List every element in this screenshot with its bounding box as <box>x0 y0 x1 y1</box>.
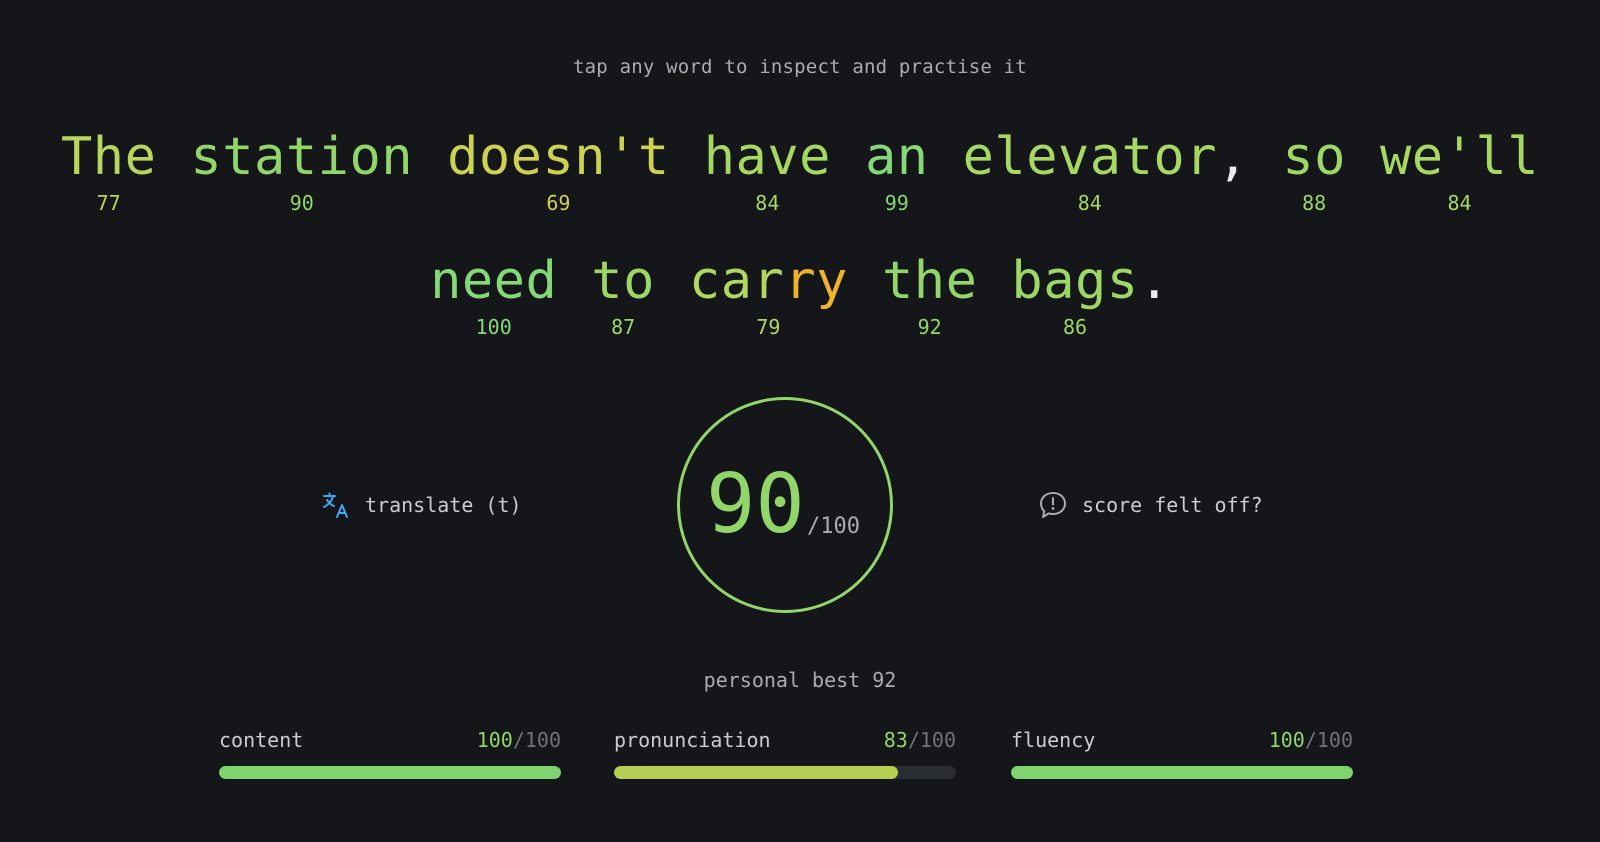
sentence-word-text: bags <box>1011 251 1139 311</box>
sentence-word-text: station <box>190 127 414 187</box>
translate-label: translate (t) <box>365 493 522 517</box>
metric-bar-track <box>1011 766 1353 779</box>
metric-score: 100 <box>476 728 513 752</box>
sentence-word-text: doesn't <box>447 127 670 187</box>
metric-bar-fill <box>1011 766 1353 779</box>
sentence-word-text: to <box>591 251 655 311</box>
sentence-word[interactable]: carry 79 <box>689 250 848 340</box>
sentence-word-text: elevator <box>962 127 1218 187</box>
sentence-word[interactable]: doesn't 69 <box>447 126 670 216</box>
sentence-word-text: need <box>430 251 558 311</box>
sentence-word-score: 79 <box>756 315 781 339</box>
metric-pronunciation: pronunciation 83/100 <box>614 728 956 779</box>
metric-fluency: fluency 100/100 <box>1011 728 1353 779</box>
sentence-word-score: 90 <box>289 191 314 215</box>
sentence-word-score: 100 <box>475 315 512 339</box>
sentence-word-score: 87 <box>611 315 636 339</box>
metric-max: /100 <box>512 728 561 752</box>
sentence-word-text: have <box>703 127 831 187</box>
sentence-word-score: 77 <box>96 191 121 215</box>
sentence-word-text: the <box>881 251 978 311</box>
personal-best: personal best 92 <box>703 668 897 692</box>
instruction-hint: tap any word to inspect and practise it <box>573 56 1027 78</box>
score-feedback-label: score felt off? <box>1082 493 1263 517</box>
metric-label: pronunciation <box>614 728 771 752</box>
overall-score-value: 90 <box>706 457 805 552</box>
sentence-word-score: 86 <box>1062 315 1088 339</box>
sentence-line-2: need 100 to 87 carry 79 the 92 bags 86. <box>0 250 1600 340</box>
sentence-word-text: carry <box>689 250 848 312</box>
metric-bar-fill <box>219 766 561 779</box>
word-part-problem: ry <box>784 251 848 311</box>
metric-bar-fill <box>614 766 898 779</box>
word-part: car <box>688 251 785 311</box>
sentence-punctuation: . <box>1138 251 1170 311</box>
sentence-word[interactable]: the 92 <box>882 250 977 340</box>
sentence-word-score: 88 <box>1302 191 1327 215</box>
sentence-word[interactable]: to 87 <box>591 250 655 340</box>
speech-bubble-alert-icon <box>1040 492 1066 518</box>
sentence-word[interactable]: we'll 84 <box>1380 126 1539 216</box>
sentence-word[interactable]: an 99 <box>865 126 929 216</box>
sentence-word-text: an <box>864 127 929 187</box>
sentence-word[interactable]: have 84 <box>704 126 831 216</box>
sentence-punctuation: , <box>1217 127 1249 187</box>
sentence-word-text: The <box>60 127 157 187</box>
metric-score: 100 <box>1268 728 1305 752</box>
metric-content: content 100/100 <box>219 728 561 779</box>
metric-max: /100 <box>1304 728 1353 752</box>
metric-max: /100 <box>907 728 956 752</box>
sentence-word-score: 84 <box>1077 191 1102 215</box>
metric-label: content <box>219 728 304 752</box>
sentence-word-score: 84 <box>1447 191 1472 215</box>
sentence-word[interactable]: The 77 <box>61 126 156 216</box>
translate-button[interactable]: translate (t) <box>321 490 522 520</box>
sentence-word-score: 92 <box>917 315 942 339</box>
score-feedback-button[interactable]: score felt off? <box>1038 490 1263 520</box>
sentence-word-score: 84 <box>755 191 780 215</box>
sentence-line-1: The 77 station 90 doesn't 69 have 84 an 99 elevato… <box>0 126 1600 216</box>
overall-score-max: /100 <box>807 514 860 539</box>
sentence-word-text: so <box>1282 127 1346 187</box>
sentence-word[interactable]: station 90 <box>190 126 413 216</box>
pronunciation-result-page: tap any word to inspect and practise it … <box>0 0 1600 842</box>
metric-bar-track <box>219 766 561 779</box>
sentence-word[interactable]: need 100 <box>430 250 557 340</box>
sentence-word[interactable]: so 88 <box>1282 126 1346 216</box>
sentence-word[interactable]: elevator 84 <box>963 126 1217 216</box>
sentence-word-score: 99 <box>884 191 909 215</box>
metric-label: fluency <box>1011 728 1096 752</box>
sentence-word-text: we'll <box>1379 127 1540 187</box>
metric-bar-track <box>614 766 956 779</box>
metric-score: 83 <box>883 728 908 752</box>
translate-icon <box>323 492 348 518</box>
sentence-word[interactable]: bags 86 <box>1011 250 1138 340</box>
sentence-word-score: 69 <box>546 191 571 215</box>
